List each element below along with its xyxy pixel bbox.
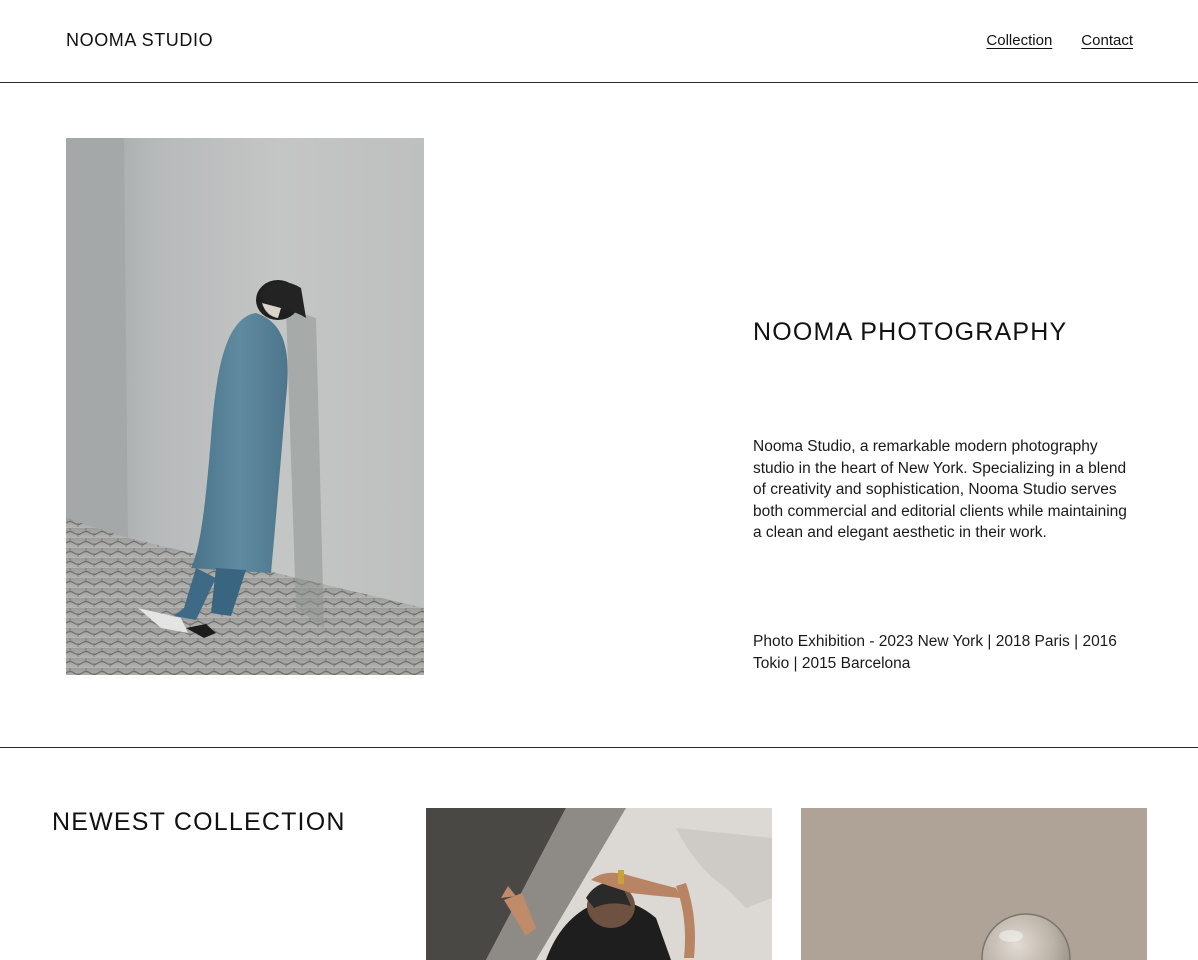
exhibitions-list: Photo Exhibition - 2023 New York | 2018 … [753, 633, 1117, 672]
nav-link-contact[interactable]: Contact [1081, 32, 1133, 49]
glass-bulb-photo-icon [801, 808, 1147, 960]
section-divider [0, 747, 1198, 748]
woman-arms-raised-photo-icon [426, 808, 772, 960]
collection-item-1[interactable] [426, 808, 772, 960]
main-nav: Collection Contact [986, 32, 1133, 49]
collection-title: NEWEST COLLECTION [52, 808, 346, 836]
collection-item-2[interactable] [801, 808, 1147, 960]
site-header: NOOMA STUDIO Collection Contact [0, 0, 1198, 83]
about-title: NOOMA PHOTOGRAPHY [753, 318, 1068, 346]
about-description: Nooma Studio, a remarkable modern photog… [753, 438, 1127, 542]
brand-logo[interactable]: NOOMA STUDIO [66, 30, 213, 51]
nav-link-collection[interactable]: Collection [986, 32, 1052, 49]
woman-blue-coat-photo-icon [66, 138, 424, 675]
hero-photo [66, 138, 424, 675]
